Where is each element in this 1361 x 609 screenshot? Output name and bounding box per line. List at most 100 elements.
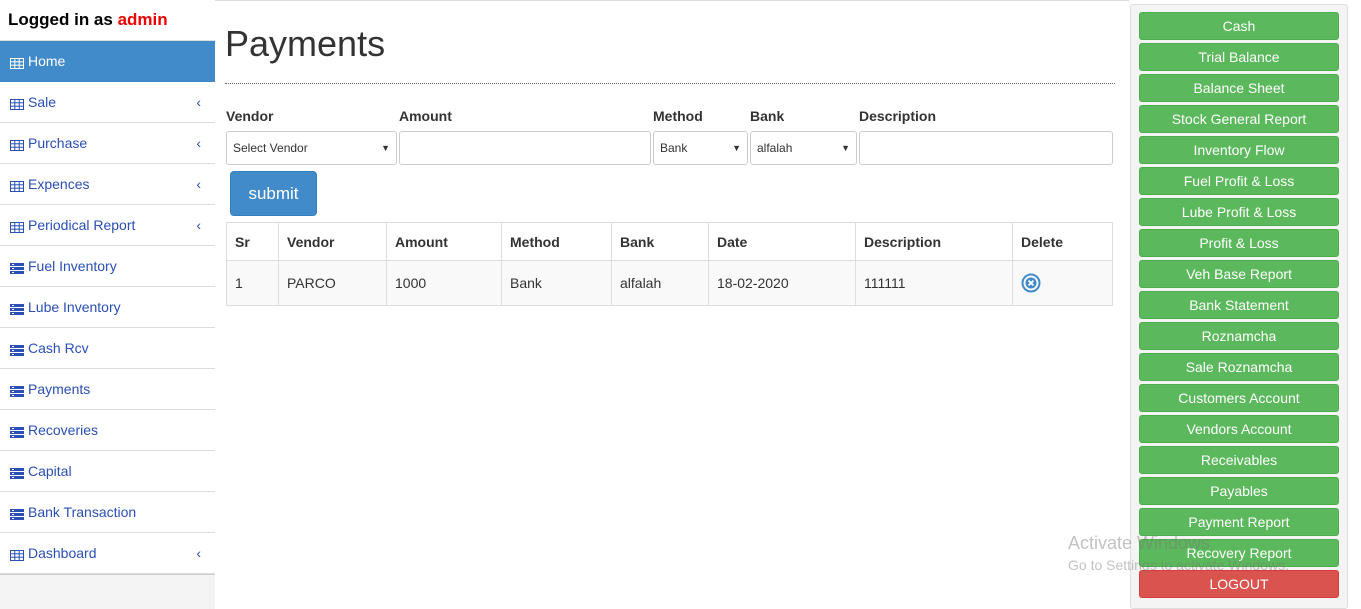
sidebar-item-label: Recoveries: [28, 422, 99, 438]
report-button-balance-sheet[interactable]: Balance Sheet: [1139, 74, 1339, 102]
sidebar-item-sale[interactable]: Sale ‹: [0, 82, 215, 123]
title-divider: [225, 83, 1115, 84]
report-button-vendors-account[interactable]: Vendors Account: [1139, 415, 1339, 443]
list-icon: [10, 343, 24, 356]
vendor-label: Vendor: [226, 108, 274, 124]
column-header-method: Method: [501, 222, 612, 261]
chevron-left-icon: ‹: [196, 217, 201, 233]
logout-button[interactable]: LOGOUT: [1139, 570, 1339, 598]
sidebar-item-label: Fuel Inventory: [28, 258, 117, 274]
column-header-vendor: Vendor: [278, 222, 387, 261]
payments-table: Sr Vendor Amount Method Bank Date Description D…: [226, 222, 1113, 306]
sidebar-item-label: Home: [28, 53, 66, 69]
report-button-customers-account[interactable]: Customers Account: [1139, 384, 1339, 412]
column-header-delete: Delete: [1012, 222, 1113, 261]
sidebar-item-label: Payments: [28, 381, 91, 397]
caret-down-icon: ▼: [841, 143, 850, 153]
method-label: Method: [653, 108, 703, 124]
column-header-amount: Amount: [386, 222, 502, 261]
report-button-sale-roznamcha[interactable]: Sale Roznamcha: [1139, 353, 1339, 381]
description-label: Description: [859, 108, 937, 124]
table-icon: [10, 97, 24, 110]
list-icon: [10, 425, 24, 438]
logged-in-prefix: Logged in as: [8, 10, 118, 29]
caret-down-icon: ▼: [381, 143, 390, 153]
chevron-left-icon: ‹: [196, 545, 201, 561]
list-icon: [10, 466, 24, 479]
list-icon: [10, 384, 24, 397]
sidebar-item-dashboard[interactable]: Dashboard ‹: [0, 533, 215, 574]
sidebar-item-label: Periodical Report: [28, 217, 136, 233]
chevron-left-icon: ‹: [196, 176, 201, 192]
table-cell-method: Bank: [501, 260, 612, 306]
sidebar-item-bank-transaction[interactable]: Bank Transaction: [0, 492, 215, 533]
table-icon: [10, 179, 24, 192]
sidebar-item-label: Cash Rcv: [28, 340, 89, 356]
vendor-select[interactable]: Select Vendor ▼: [226, 131, 397, 165]
sidebar-item-cash-rcv[interactable]: Cash Rcv: [0, 328, 215, 369]
report-button-inventory-flow[interactable]: Inventory Flow: [1139, 136, 1339, 164]
sidebar: Logged in as admin Home Sale ‹ Purchase ‹ Exp…: [0, 0, 215, 609]
table-icon: [10, 548, 24, 561]
table-cell-delete: [1012, 260, 1113, 306]
delete-icon[interactable]: [1021, 273, 1041, 293]
sidebar-item-purchase[interactable]: Purchase ‹: [0, 123, 215, 164]
sidebar-item-recoveries[interactable]: Recoveries: [0, 410, 215, 451]
table-cell-bank: alfalah: [611, 260, 709, 306]
list-icon: [10, 302, 24, 315]
table-cell-amount: 1000: [386, 260, 502, 306]
page-title: Payments: [225, 23, 386, 64]
report-button-receivables[interactable]: Receivables: [1139, 446, 1339, 474]
sidebar-item-label: Lube Inventory: [28, 299, 121, 315]
table-icon: [10, 56, 24, 69]
caret-down-icon: ▼: [732, 143, 741, 153]
watermark-subtitle: Go to Settings to activate Windows.: [1068, 557, 1289, 573]
report-button-roznamcha[interactable]: Roznamcha: [1139, 322, 1339, 350]
report-button-profit-loss[interactable]: Profit & Loss: [1139, 229, 1339, 257]
report-button-trial-balance[interactable]: Trial Balance: [1139, 43, 1339, 71]
sidebar-item-label: Expences: [28, 176, 90, 192]
sidebar-item-capital[interactable]: Capital: [0, 451, 215, 492]
report-button-payment-report[interactable]: Payment Report: [1139, 508, 1339, 536]
amount-input[interactable]: [399, 131, 651, 165]
report-button-payables[interactable]: Payables: [1139, 477, 1339, 505]
watermark-title: Activate Windows: [1068, 533, 1211, 553]
sidebar-item-label: Sale: [28, 94, 57, 110]
table-header-row: Sr Vendor Amount Method Bank Date Description D…: [226, 222, 1113, 261]
table-cell-date: 18-02-2020: [708, 260, 856, 306]
method-select-value: Bank: [660, 141, 688, 155]
table-row: 1 PARCO 1000 Bank alfalah 18-02-2020 111111: [226, 260, 1113, 306]
amount-label: Amount: [399, 108, 452, 124]
sidebar-item-label: Capital: [28, 463, 72, 479]
column-header-date: Date: [708, 222, 856, 261]
list-icon: [10, 261, 24, 274]
description-input[interactable]: [859, 131, 1113, 165]
table-body: 1 PARCO 1000 Bank alfalah 18-02-2020 111111: [226, 260, 1113, 306]
method-select[interactable]: Bank ▼: [653, 131, 748, 165]
table-icon: [10, 220, 24, 233]
chevron-left-icon: ‹: [196, 94, 201, 110]
sidebar-item-periodical-report[interactable]: Periodical Report ‹: [0, 205, 215, 246]
report-button-fuel-profit-loss[interactable]: Fuel Profit & Loss: [1139, 167, 1339, 195]
sidebar-item-lube-inventory[interactable]: Lube Inventory: [0, 287, 215, 328]
sidebar-item-expences[interactable]: Expences ‹: [0, 164, 215, 205]
reports-panel: Cash Trial Balance Balance Sheet Stock Gene…: [1130, 4, 1348, 609]
sidebar-item-home[interactable]: Home: [0, 41, 215, 82]
sidebar-item-label: Bank Transaction: [28, 504, 137, 520]
report-button-bank-statement[interactable]: Bank Statement: [1139, 291, 1339, 319]
report-button-stock-general-report[interactable]: Stock General Report: [1139, 105, 1339, 133]
column-header-sr: Sr: [226, 222, 279, 261]
report-button-lube-profit-loss[interactable]: Lube Profit & Loss: [1139, 198, 1339, 226]
sidebar-item-fuel-inventory[interactable]: Fuel Inventory: [0, 246, 215, 287]
chevron-left-icon: ‹: [196, 135, 201, 151]
table-cell-description: 111111: [855, 260, 1013, 306]
sidebar-item-payments[interactable]: Payments: [0, 369, 215, 410]
bank-select-value: alfalah: [757, 141, 793, 155]
report-button-veh-base-report[interactable]: Veh Base Report: [1139, 260, 1339, 288]
report-button-cash[interactable]: Cash: [1139, 12, 1339, 40]
vendor-select-value: Select Vendor: [233, 141, 308, 155]
bank-select[interactable]: alfalah ▼: [750, 131, 857, 165]
username: admin: [117, 10, 168, 29]
table-icon: [10, 138, 24, 151]
submit-button[interactable]: submit: [230, 171, 317, 216]
